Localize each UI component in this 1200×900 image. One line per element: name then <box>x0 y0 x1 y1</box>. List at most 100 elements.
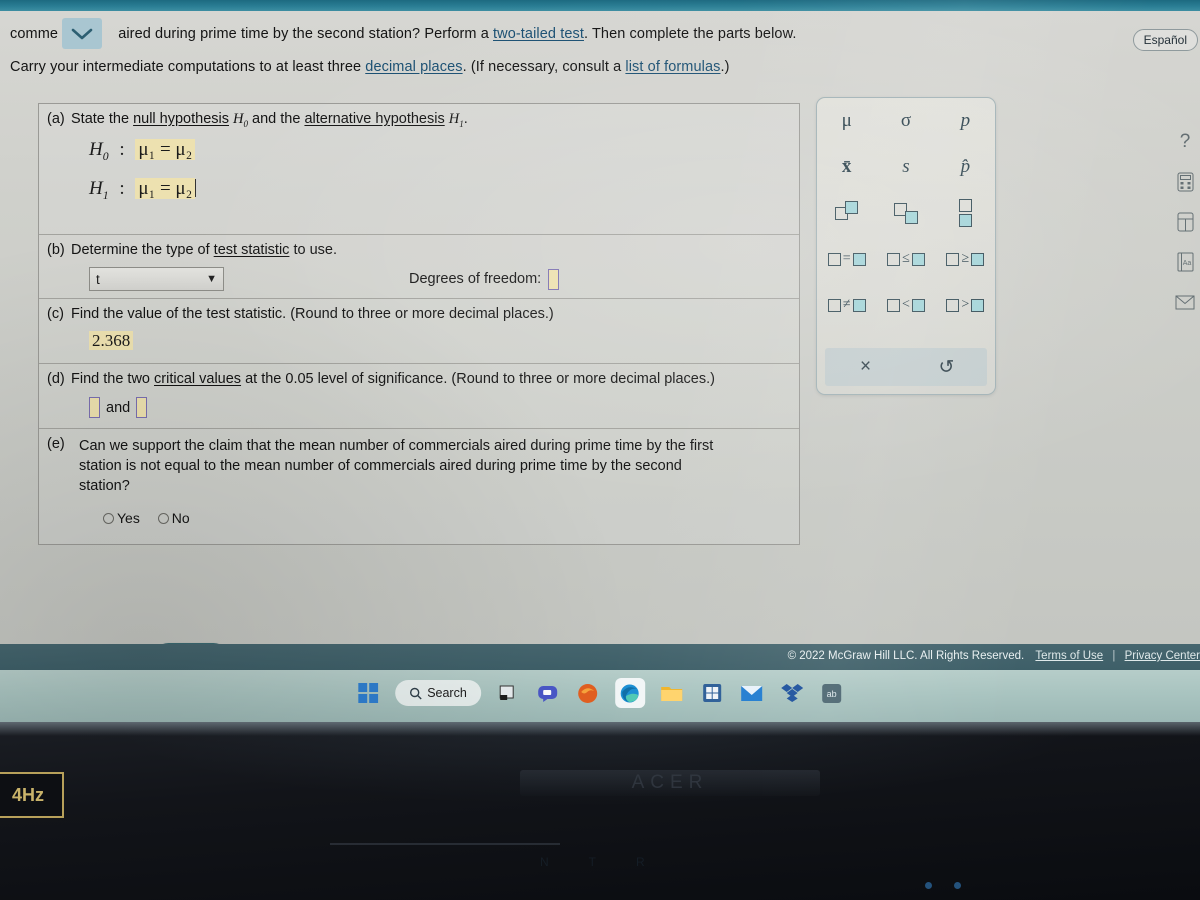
footer-text: © 2022 McGraw Hill LLC. All Rights Reser… <box>788 650 1200 662</box>
keypad-less-equal-icon[interactable]: ≤ <box>876 236 935 282</box>
part-c-text: Find the value of the test statistic. (R… <box>71 306 554 322</box>
taskbar-icons: Search ab <box>355 678 845 708</box>
part-d-text-2: at the 0.05 level of significance. (Roun… <box>241 371 715 387</box>
mail-icon[interactable] <box>739 680 765 706</box>
part-e-radio-group: Yes No <box>39 510 799 526</box>
part-b-text-2: to use. <box>289 242 337 258</box>
keypad-greater-than-icon[interactable]: > <box>936 282 995 328</box>
privacy-center-link[interactable]: Privacy Center <box>1125 650 1200 662</box>
keypad-subscript-box-icon[interactable] <box>876 190 935 236</box>
espanol-button[interactable]: Español <box>1132 29 1198 51</box>
radio-no-label: No <box>171 510 190 526</box>
keypad-less-than-icon[interactable]: < <box>876 282 935 328</box>
part-a-index: (a) <box>47 111 65 127</box>
chevron-down-icon[interactable] <box>62 18 102 49</box>
test-statistic-select[interactable]: t ▼ <box>89 267 224 291</box>
svg-text:ab: ab <box>827 689 837 699</box>
chevron-down-icon: ▼ <box>206 273 217 285</box>
keypad-sigma[interactable]: σ <box>876 98 935 144</box>
part-a-text-1: State the <box>71 111 134 127</box>
answer-card: (a) State the null hypothesis H0 and the … <box>38 103 800 545</box>
keypad-not-equal-icon[interactable]: ≠ <box>817 282 876 328</box>
keypad-clear-button[interactable]: × <box>825 348 906 386</box>
part-e-text-line-3: station? <box>79 478 130 494</box>
envelope-icon[interactable] <box>1174 291 1196 313</box>
keypad-row-3 <box>817 190 995 236</box>
part-a-text-2: and the <box>248 111 305 127</box>
part-a-label: (a) State the null hypothesis H0 and the … <box>47 111 468 129</box>
store-icon[interactable] <box>699 680 725 706</box>
taskbar-search[interactable]: Search <box>395 680 481 706</box>
windows-start-icon[interactable] <box>355 680 381 706</box>
dropbox-icon[interactable] <box>779 680 805 706</box>
part-d-text-1: Find the two <box>71 371 155 387</box>
part-b-index: (b) <box>47 242 65 258</box>
part-a: (a) State the null hypothesis H0 and the … <box>39 104 799 235</box>
radio-yes-label: Yes <box>117 510 140 526</box>
test-statistic-value-input[interactable]: 2.368 <box>89 331 134 350</box>
calculator-icon[interactable] <box>1174 171 1196 193</box>
stem-suffix: . Then complete the parts below. <box>583 26 797 42</box>
search-icon <box>409 687 422 699</box>
laptop-body <box>0 722 1200 900</box>
h1-input[interactable]: μ₁ = μ₂ <box>135 177 196 199</box>
help-icon[interactable]: ? <box>1174 131 1196 153</box>
dictionary-icon[interactable]: Aa <box>1174 251 1196 273</box>
critical-value-2-input[interactable] <box>136 397 148 418</box>
part-e: (e) Can we support the claim that the me… <box>39 429 799 542</box>
keypad-row-5: ≠ < > <box>817 282 995 328</box>
task-view-icon[interactable] <box>495 680 521 706</box>
keypad-equals-icon[interactable]: = <box>817 236 876 282</box>
tool-rail: ? Aa <box>1174 131 1196 313</box>
radio-no[interactable]: No <box>157 510 190 526</box>
svg-text:Aa: Aa <box>1182 260 1191 267</box>
h0-input[interactable]: μ₁ = μ₂ <box>135 138 196 160</box>
aleks-page: comme aired during prime time by the sec… <box>0 11 1200 678</box>
terms-of-use-link[interactable]: Terms of Use <box>1035 650 1103 662</box>
keypad-undo-button[interactable]: ↺ <box>906 348 987 386</box>
keypad-s[interactable]: s <box>876 144 935 190</box>
key-r: R <box>636 855 645 869</box>
critical-value-1-input[interactable] <box>89 397 100 418</box>
keypad-mu[interactable]: μ <box>817 98 876 144</box>
app-icon[interactable]: ab <box>819 680 845 706</box>
null-hypothesis-link[interactable]: null hypothesis <box>133 111 229 127</box>
laptop-screen: comme aired during prime time by the sec… <box>0 0 1200 722</box>
table-icon[interactable] <box>1174 211 1196 233</box>
keypad-superscript-box-icon[interactable] <box>817 190 876 236</box>
edge-icon[interactable] <box>614 678 645 708</box>
chat-icon[interactable] <box>535 680 561 706</box>
file-explorer-icon[interactable] <box>659 680 685 706</box>
firefox-icon[interactable] <box>575 680 601 706</box>
keypad-row-4: = ≤ ≥ <box>817 236 995 282</box>
keypad-p-hat[interactable]: p̂ <box>936 144 995 190</box>
keyboard-keys: N T R <box>540 855 960 873</box>
keypad-greater-equal-icon[interactable]: ≥ <box>936 236 995 282</box>
test-statistic-select-value: t <box>96 271 100 287</box>
test-statistic-link[interactable]: test statistic <box>214 242 290 258</box>
part-d-index: (d) <box>47 371 65 387</box>
part-d-label: (d) Find the two critical values at the 0… <box>39 371 799 387</box>
h1-symbol: H1 <box>89 177 109 202</box>
two-tailed-test-link[interactable]: two-tailed test <box>493 26 584 42</box>
list-of-formulas-link[interactable]: list of formulas <box>625 59 720 75</box>
part-d: (d) Find the two critical values at the 0… <box>39 364 799 429</box>
browser-top-bar <box>0 0 1200 11</box>
stem2-prefix: Carry your intermediate computations to … <box>10 59 366 75</box>
part-c-index: (c) <box>47 306 64 322</box>
keypad-p[interactable]: p <box>936 98 995 144</box>
stem2-suffix: .) <box>720 59 730 75</box>
radio-no-circle <box>157 513 169 524</box>
key-t: T <box>588 855 597 869</box>
radio-yes[interactable]: Yes <box>103 510 140 526</box>
laptop-leds <box>925 882 961 889</box>
alternative-hypothesis-link[interactable]: alternative hypothesis <box>304 111 444 127</box>
critical-values-link[interactable]: critical values <box>154 371 241 387</box>
taskbar-search-label: Search <box>427 686 467 700</box>
degrees-of-freedom-input[interactable] <box>548 268 560 290</box>
keypad-fraction-box-icon[interactable] <box>936 190 995 236</box>
keypad-x-bar[interactable]: x̄ <box>817 144 876 190</box>
h0-equation-row: H0 : μ₁ = μ₂ <box>89 138 799 164</box>
question-stem-line-1: comme aired during prime time by the sec… <box>10 26 797 42</box>
decimal-places-link[interactable]: decimal places <box>365 59 462 75</box>
